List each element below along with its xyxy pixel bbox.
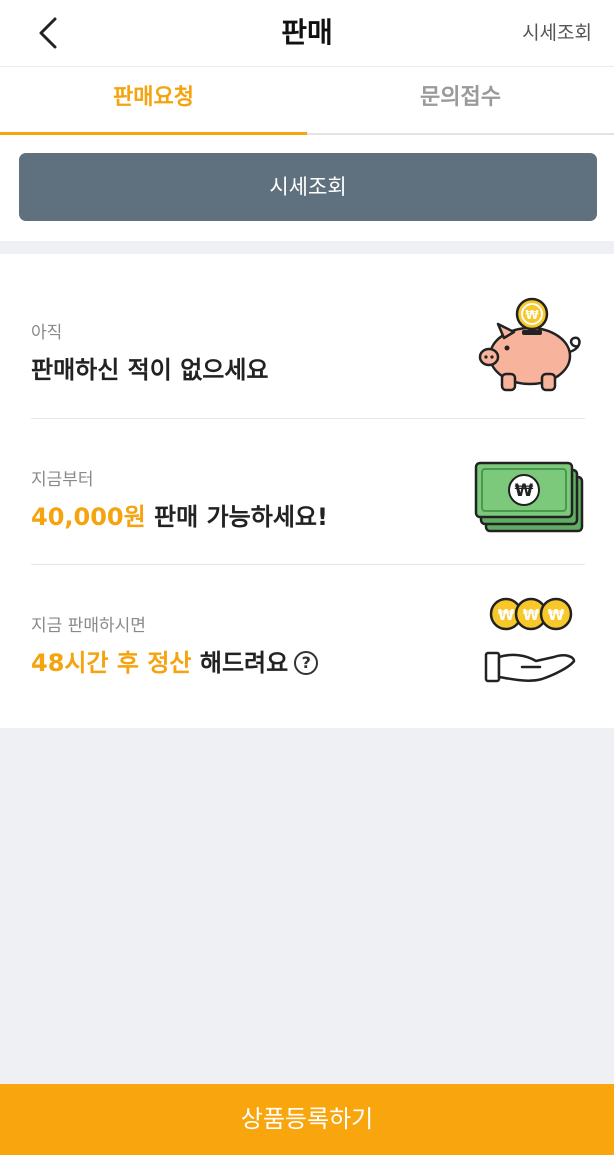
info-row-text: 40,000원 판매 가능하세요! [31, 497, 328, 532]
svg-text:₩: ₩ [525, 308, 539, 322]
info-row-suffix: 판매 가능하세요! [145, 503, 328, 531]
chevron-left-icon [39, 17, 57, 49]
svg-text:₩: ₩ [515, 481, 534, 501]
settlement-period: 48시간 후 정산 [31, 649, 192, 677]
back-button[interactable] [24, 9, 72, 57]
svg-text:₩: ₩ [523, 606, 540, 624]
info-row-suffix: 해드려요 [191, 649, 289, 677]
svg-text:₩: ₩ [548, 606, 565, 624]
tab-bar: 판매요청 문의접수 [0, 67, 614, 135]
info-row-settlement: 지금 판매하시면 48시간 후 정산 해드려요? ₩ ₩ ₩ [31, 565, 585, 711]
price-lookup-link[interactable]: 시세조회 [522, 0, 592, 66]
info-row-text: 판매하신 적이 없으세요 [31, 356, 269, 384]
coins-hand-icon: ₩ ₩ ₩ [484, 597, 576, 683]
piggy-bank-icon: ₩ [478, 297, 581, 392]
tab-inquiry-label: 문의접수 [420, 85, 501, 110]
tab-sell-request[interactable]: 판매요청 [0, 67, 307, 135]
tab-sell-request-label: 판매요청 [113, 85, 194, 110]
top-app-bar: 판매 시세조회 [0, 0, 614, 66]
tab-inquiry[interactable]: 문의접수 [307, 67, 614, 133]
sell-info-card: 아직 판매하신 적이 없으세요 ₩ 지금부터 40,000원 판매 가능하세요!… [0, 254, 614, 728]
help-icon[interactable]: ? [294, 651, 319, 675]
quote-section: 시세조회 [0, 135, 614, 241]
info-row-label: 아직 [31, 323, 63, 343]
price-lookup-button[interactable]: 시세조회 [19, 153, 597, 221]
available-amount: 40,000원 [31, 503, 146, 531]
cash-stack-icon: ₩ [474, 461, 584, 533]
register-product-button[interactable]: 상품등록하기 [0, 1084, 614, 1155]
info-row-text: 48시간 후 정산 해드려요? [31, 643, 319, 678]
info-row-label: 지금 판매하시면 [31, 616, 146, 636]
info-row-history: 아직 판매하신 적이 없으세요 ₩ [31, 272, 585, 418]
svg-text:₩: ₩ [498, 606, 515, 624]
info-row-available-amount: 지금부터 40,000원 판매 가능하세요! ₩ [31, 419, 585, 565]
info-row-label: 지금부터 [31, 470, 94, 490]
